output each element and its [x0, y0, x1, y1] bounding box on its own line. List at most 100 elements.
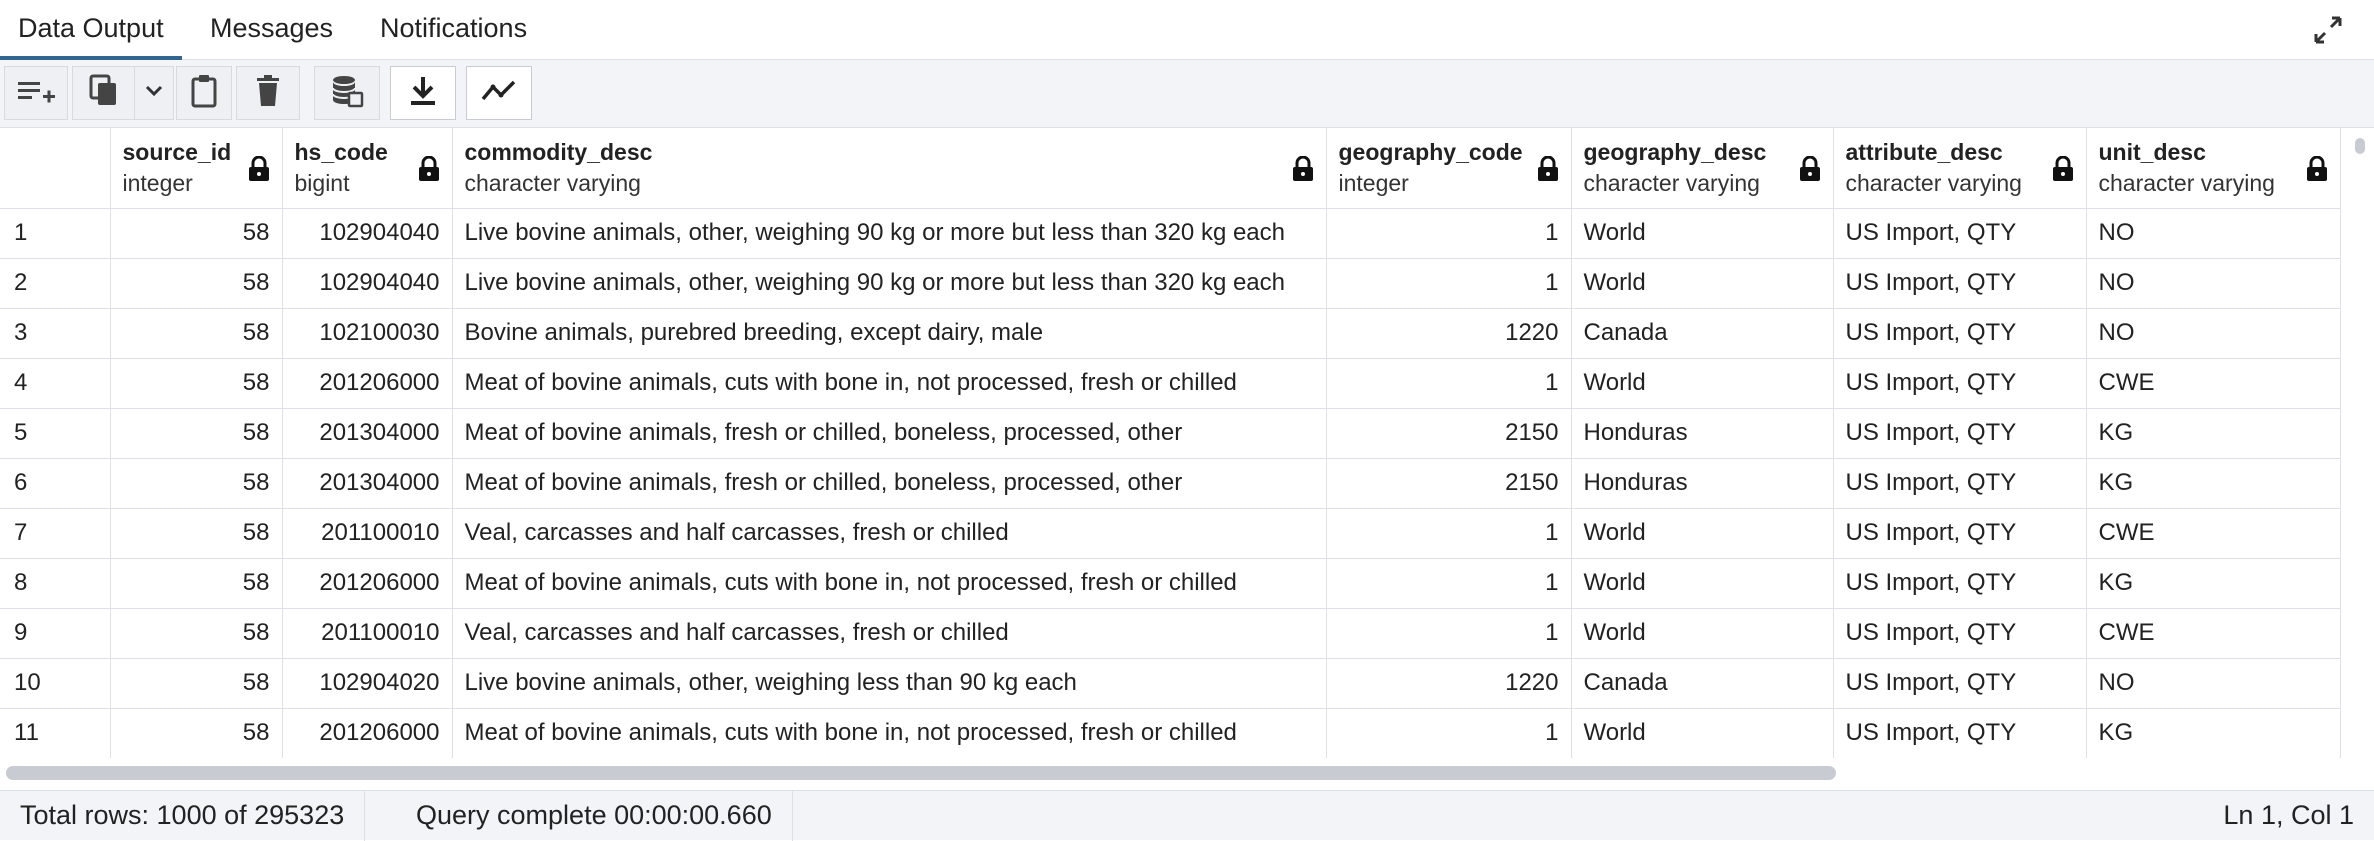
cell-commodity-desc[interactable]: Live bovine animals, other, weighing 90 … [452, 258, 1327, 309]
cell-attribute-desc[interactable]: US Import, QTY [1833, 408, 2087, 459]
paste-button[interactable] [176, 66, 232, 120]
cell-unit-desc[interactable]: KG [2086, 408, 2341, 459]
cell-attribute-desc[interactable]: US Import, QTY [1833, 558, 2087, 609]
row-number[interactable]: 1 [0, 208, 111, 259]
column-header-commodity-desc[interactable]: commodity_desc character varying [452, 128, 1327, 209]
cell-source-id[interactable]: 58 [110, 658, 283, 709]
cell-commodity-desc[interactable]: Meat of bovine animals, cuts with bone i… [452, 558, 1327, 609]
column-header-hs-code[interactable]: hs_code bigint [282, 128, 453, 209]
cell-source-id[interactable]: 58 [110, 508, 283, 559]
column-header-source-id[interactable]: source_id integer [110, 128, 283, 209]
save-data-button[interactable] [314, 66, 380, 120]
row-number[interactable]: 10 [0, 658, 111, 709]
download-button[interactable] [390, 66, 456, 120]
table-row[interactable]: 4 58 201206000 Meat of bovine animals, c… [0, 358, 2341, 409]
cell-geography-code[interactable]: 1 [1326, 358, 1572, 409]
cell-commodity-desc[interactable]: Meat of bovine animals, fresh or chilled… [452, 458, 1327, 509]
cell-attribute-desc[interactable]: US Import, QTY [1833, 258, 2087, 309]
cell-geography-desc[interactable]: World [1571, 608, 1834, 659]
cell-geography-code[interactable]: 1 [1326, 258, 1572, 309]
table-row[interactable]: 3 58 102100030 Bovine animals, purebred … [0, 308, 2341, 359]
cell-geography-code[interactable]: 1220 [1326, 308, 1572, 359]
table-row[interactable]: 1 58 102904040 Live bovine animals, othe… [0, 208, 2341, 259]
cell-geography-desc[interactable]: Canada [1571, 308, 1834, 359]
cell-unit-desc[interactable]: NO [2086, 658, 2341, 709]
cell-source-id[interactable]: 58 [110, 358, 283, 409]
cell-hs-code[interactable]: 102904020 [282, 658, 453, 709]
cell-unit-desc[interactable]: NO [2086, 208, 2341, 259]
cell-commodity-desc[interactable]: Live bovine animals, other, weighing 90 … [452, 208, 1327, 259]
cell-source-id[interactable]: 58 [110, 208, 283, 259]
cell-attribute-desc[interactable]: US Import, QTY [1833, 508, 2087, 559]
row-number[interactable]: 7 [0, 508, 111, 559]
cell-source-id[interactable]: 58 [110, 558, 283, 609]
cell-unit-desc[interactable]: CWE [2086, 608, 2341, 659]
cell-source-id[interactable]: 58 [110, 308, 283, 359]
cell-unit-desc[interactable]: KG [2086, 458, 2341, 509]
cell-hs-code[interactable]: 201206000 [282, 558, 453, 609]
cell-unit-desc[interactable]: CWE [2086, 508, 2341, 559]
table-row[interactable]: 11 58 201206000 Meat of bovine animals, … [0, 708, 2341, 758]
cell-hs-code[interactable]: 102904040 [282, 208, 453, 259]
horizontal-scrollbar[interactable] [0, 762, 2346, 786]
row-number[interactable]: 2 [0, 258, 111, 309]
cell-commodity-desc[interactable]: Live bovine animals, other, weighing les… [452, 658, 1327, 709]
row-number[interactable]: 5 [0, 408, 111, 459]
cell-commodity-desc[interactable]: Meat of bovine animals, cuts with bone i… [452, 358, 1327, 409]
cell-commodity-desc[interactable]: Meat of bovine animals, cuts with bone i… [452, 708, 1327, 758]
cell-hs-code[interactable]: 201304000 [282, 458, 453, 509]
cell-attribute-desc[interactable]: US Import, QTY [1833, 208, 2087, 259]
cell-attribute-desc[interactable]: US Import, QTY [1833, 358, 2087, 409]
vertical-scroll-thumb[interactable] [2355, 138, 2365, 154]
column-header-geography-desc[interactable]: geography_desc character varying [1571, 128, 1834, 209]
vertical-scrollbar[interactable] [2346, 128, 2374, 758]
table-row[interactable]: 6 58 201304000 Meat of bovine animals, f… [0, 458, 2341, 509]
table-row[interactable]: 7 58 201100010 Veal, carcasses and half … [0, 508, 2341, 559]
cell-hs-code[interactable]: 201100010 [282, 608, 453, 659]
cell-geography-code[interactable]: 1220 [1326, 658, 1572, 709]
table-row[interactable]: 8 58 201206000 Meat of bovine animals, c… [0, 558, 2341, 609]
cell-unit-desc[interactable]: KG [2086, 708, 2341, 758]
cell-geography-code[interactable]: 1 [1326, 608, 1572, 659]
cell-source-id[interactable]: 58 [110, 708, 283, 758]
cell-attribute-desc[interactable]: US Import, QTY [1833, 658, 2087, 709]
cell-hs-code[interactable]: 102100030 [282, 308, 453, 359]
horizontal-scroll-thumb[interactable] [6, 766, 1836, 780]
cell-attribute-desc[interactable]: US Import, QTY [1833, 608, 2087, 659]
cell-source-id[interactable]: 58 [110, 608, 283, 659]
tab-messages[interactable]: Messages [192, 0, 351, 60]
cell-commodity-desc[interactable]: Bovine animals, purebred breeding, excep… [452, 308, 1327, 359]
cell-hs-code[interactable]: 201304000 [282, 408, 453, 459]
rownum-header[interactable] [0, 128, 111, 209]
cell-geography-code[interactable]: 1 [1326, 708, 1572, 758]
table-row[interactable]: 5 58 201304000 Meat of bovine animals, f… [0, 408, 2341, 459]
cell-geography-desc[interactable]: Honduras [1571, 408, 1834, 459]
table-row[interactable]: 9 58 201100010 Veal, carcasses and half … [0, 608, 2341, 659]
table-row[interactable]: 2 58 102904040 Live bovine animals, othe… [0, 258, 2341, 309]
cell-unit-desc[interactable]: CWE [2086, 358, 2341, 409]
cell-source-id[interactable]: 58 [110, 258, 283, 309]
cell-geography-code[interactable]: 2150 [1326, 408, 1572, 459]
expand-icon[interactable] [2310, 12, 2346, 48]
table-row[interactable]: 10 58 102904020 Live bovine animals, oth… [0, 658, 2341, 709]
tab-notifications[interactable]: Notifications [362, 0, 545, 60]
row-number[interactable]: 8 [0, 558, 111, 609]
cell-commodity-desc[interactable]: Veal, carcasses and half carcasses, fres… [452, 608, 1327, 659]
row-number[interactable]: 3 [0, 308, 111, 359]
tab-data-output[interactable]: Data Output [0, 0, 182, 60]
cell-geography-desc[interactable]: Canada [1571, 658, 1834, 709]
column-header-unit-desc[interactable]: unit_desc character varying [2086, 128, 2341, 209]
cell-hs-code[interactable]: 102904040 [282, 258, 453, 309]
cell-geography-desc[interactable]: World [1571, 708, 1834, 758]
cell-geography-code[interactable]: 1 [1326, 508, 1572, 559]
cell-hs-code[interactable]: 201206000 [282, 358, 453, 409]
copy-options-dropdown[interactable] [134, 66, 174, 120]
cell-hs-code[interactable]: 201206000 [282, 708, 453, 758]
row-number[interactable]: 9 [0, 608, 111, 659]
column-header-attribute-desc[interactable]: attribute_desc character varying [1833, 128, 2087, 209]
cell-geography-desc[interactable]: World [1571, 258, 1834, 309]
cell-geography-desc[interactable]: World [1571, 508, 1834, 559]
cell-geography-desc[interactable]: Honduras [1571, 458, 1834, 509]
cell-attribute-desc[interactable]: US Import, QTY [1833, 458, 2087, 509]
cell-attribute-desc[interactable]: US Import, QTY [1833, 308, 2087, 359]
